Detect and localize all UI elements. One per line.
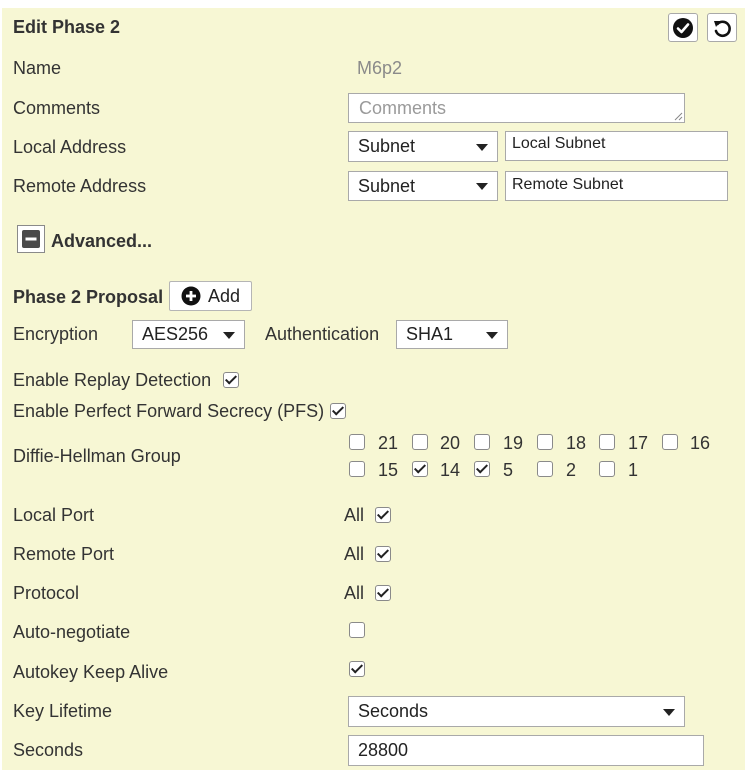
revert-button[interactable] — [707, 13, 737, 42]
dh-value-17: 17 — [628, 433, 649, 453]
plus-circle-icon — [181, 286, 201, 306]
dh-value-5: 5 — [503, 460, 514, 480]
pfs-label: Enable Perfect Forward Secrecy (PFS) — [13, 401, 325, 421]
comments-textarea[interactable]: Comments — [348, 93, 685, 123]
minus-square-icon — [22, 230, 40, 248]
remote-port-label: Remote Port — [13, 544, 115, 564]
dh-checkbox-20[interactable] — [412, 434, 428, 450]
dh-value-21: 21 — [378, 433, 399, 453]
dh-checkbox-16[interactable] — [662, 434, 678, 450]
dh-value-2: 2 — [566, 460, 577, 480]
remote-port-all-label: All — [344, 544, 365, 564]
dh-checkbox-2[interactable] — [537, 461, 553, 477]
dh-checkbox-17[interactable] — [599, 434, 615, 450]
remote-address-type-select[interactable]: Subnet — [348, 171, 498, 201]
chevron-down-icon — [486, 331, 498, 339]
dh-checkbox-14[interactable] — [412, 461, 428, 477]
auto-negotiate-label: Auto-negotiate — [13, 622, 131, 642]
dh-value-18: 18 — [566, 433, 587, 453]
confirm-button[interactable] — [668, 13, 698, 42]
remote-subnet-input[interactable]: Remote Subnet — [505, 171, 728, 201]
comments-label: Comments — [13, 98, 101, 118]
page-title: Edit Phase 2 — [13, 17, 121, 37]
remote-port-all-checkbox[interactable] — [375, 546, 391, 562]
autokey-keep-alive-checkbox[interactable] — [349, 661, 365, 677]
auto-negotiate-checkbox[interactable] — [349, 622, 365, 638]
pfs-checkbox[interactable] — [330, 403, 346, 419]
dh-value-19: 19 — [503, 433, 524, 453]
add-proposal-button[interactable]: Add — [169, 281, 252, 311]
advanced-label[interactable]: Advanced... — [51, 230, 152, 252]
encryption-value: AES256 — [142, 324, 209, 344]
dh-value-20: 20 — [440, 433, 461, 453]
local-port-all-label: All — [344, 505, 365, 525]
encryption-label: Encryption — [13, 324, 99, 344]
phase2-proposal-title: Phase 2 Proposal — [13, 287, 164, 307]
dh-checkbox-15[interactable] — [349, 461, 365, 477]
dh-checkbox-1[interactable] — [599, 461, 615, 477]
dh-checkbox-21[interactable] — [349, 434, 365, 450]
local-address-type-select[interactable]: Subnet — [348, 131, 498, 162]
chevron-down-icon — [223, 331, 235, 339]
seconds-label: Seconds — [13, 740, 84, 760]
name-value: M6p2 — [357, 58, 403, 78]
protocol-label: Protocol — [13, 583, 80, 603]
dh-value-16: 16 — [690, 433, 711, 453]
replay-detection-label: Enable Replay Detection — [13, 370, 212, 390]
add-label: Add — [208, 285, 241, 306]
chevron-down-icon — [476, 143, 488, 151]
dh-value-15: 15 — [378, 460, 399, 480]
authentication-value: SHA1 — [406, 324, 454, 344]
seconds-input[interactable]: 28800 — [348, 735, 704, 766]
advanced-toggle-button[interactable] — [17, 225, 45, 253]
check-circle-icon — [673, 17, 693, 38]
key-lifetime-select[interactable]: Seconds — [348, 696, 685, 727]
authentication-label: Authentication — [265, 324, 380, 344]
dh-value-14: 14 — [440, 460, 461, 480]
name-label: Name — [13, 58, 62, 78]
protocol-all-label: All — [344, 583, 365, 603]
local-subnet-input[interactable]: Local Subnet — [505, 131, 728, 161]
replay-detection-checkbox[interactable] — [223, 372, 239, 388]
local-address-type-value: Subnet — [358, 136, 416, 156]
dh-value-1: 1 — [628, 460, 639, 480]
key-lifetime-value: Seconds — [358, 701, 429, 721]
dh-group-label: Diffie-Hellman Group — [13, 446, 181, 466]
dh-checkbox-19[interactable] — [474, 434, 490, 450]
resize-handle-icon[interactable] — [674, 112, 683, 121]
protocol-all-checkbox[interactable] — [375, 585, 391, 601]
dh-checkbox-5[interactable] — [474, 461, 490, 477]
chevron-down-icon — [663, 708, 675, 716]
autokey-keep-alive-label: Autokey Keep Alive — [13, 662, 169, 682]
remote-address-label: Remote Address — [13, 176, 147, 196]
encryption-select[interactable]: AES256 — [132, 320, 245, 349]
remote-address-type-value: Subnet — [358, 175, 416, 196]
local-port-label: Local Port — [13, 505, 95, 525]
dh-checkbox-18[interactable] — [537, 434, 553, 450]
local-port-all-checkbox[interactable] — [375, 507, 391, 523]
undo-icon — [714, 19, 731, 37]
key-lifetime-label: Key Lifetime — [13, 701, 113, 721]
authentication-select[interactable]: SHA1 — [396, 320, 508, 349]
chevron-down-icon — [476, 183, 488, 190]
local-address-label: Local Address — [13, 137, 127, 157]
